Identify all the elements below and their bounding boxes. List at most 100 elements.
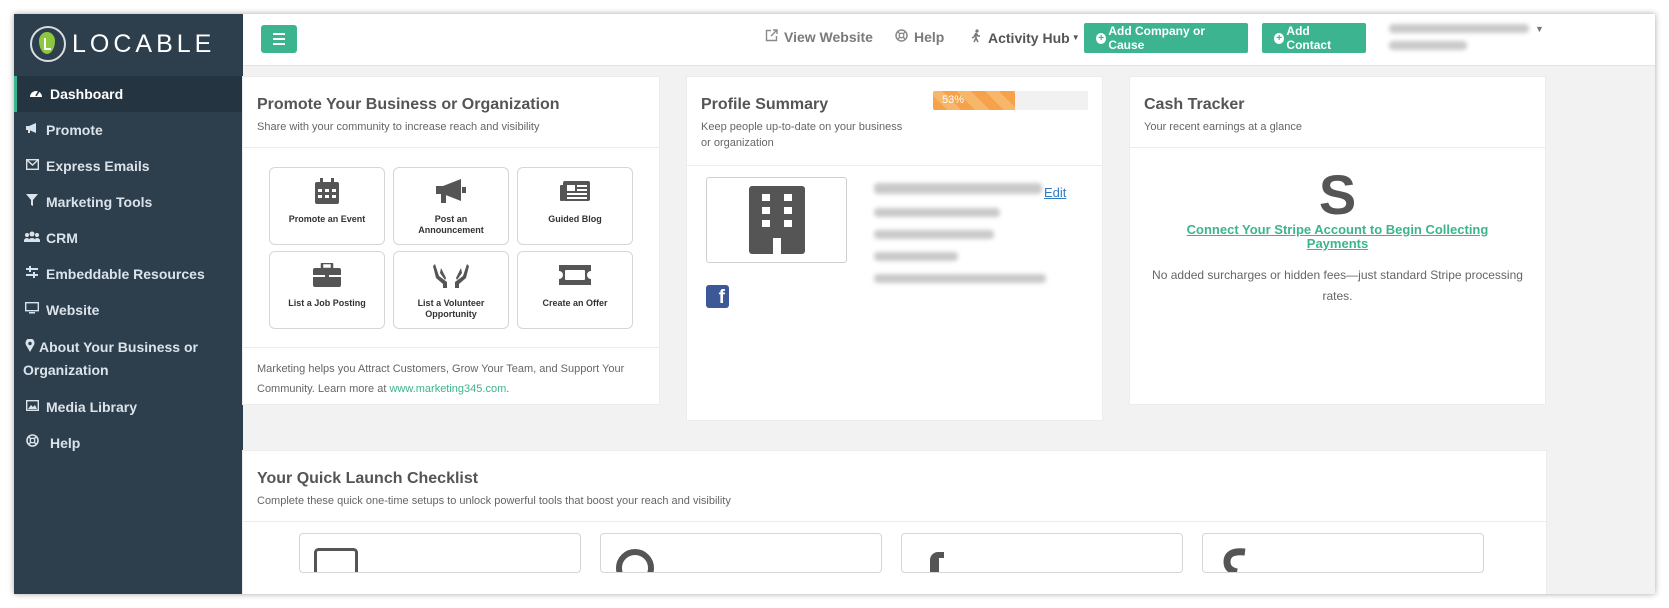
tile-label: Post an Announcement xyxy=(418,214,484,235)
volunteer-opportunity-tile[interactable]: List a Volunteer Opportunity xyxy=(393,251,509,329)
stripe-logo-icon: S xyxy=(1318,163,1357,226)
sidebar-item-media-library[interactable]: Media Library xyxy=(14,389,243,425)
tile-label: Guided Blog xyxy=(548,214,602,224)
tile-label: Promote an Event xyxy=(288,214,366,224)
calendar-icon xyxy=(315,176,339,206)
sidebar-item-express-emails[interactable]: Express Emails xyxy=(14,148,243,184)
building-icon xyxy=(748,186,805,254)
view-website-link[interactable]: View Website xyxy=(765,29,873,45)
profile-image[interactable] xyxy=(706,177,847,263)
sidebar-item-label: Express Emails xyxy=(46,158,150,174)
sidebar-item-crm[interactable]: CRM xyxy=(14,220,243,256)
sidebar-item-marketing-tools[interactable]: Marketing Tools xyxy=(14,184,243,220)
sidebar-item-label: CRM xyxy=(46,230,78,246)
guided-blog-tile[interactable]: Guided Blog xyxy=(517,167,633,245)
checklist-item[interactable] xyxy=(901,533,1183,573)
ticket-icon xyxy=(559,260,591,290)
facebook-icon[interactable]: f xyxy=(706,285,729,308)
activity-hub-label: Activity Hub xyxy=(988,29,1070,46)
monitor-icon xyxy=(23,300,41,320)
create-offer-tile[interactable]: Create an Offer xyxy=(517,251,633,329)
user-menu-caret-icon[interactable]: ▼ xyxy=(1535,24,1544,34)
profile-subtitle: Keep people up-to-date on your business … xyxy=(701,121,903,149)
stripe-icon xyxy=(1217,548,1261,572)
sliders-icon xyxy=(23,264,41,284)
connect-stripe-link[interactable]: Connect Your Stripe Account to Begin Col… xyxy=(1130,223,1545,251)
walking-person-icon xyxy=(971,29,982,46)
sidebar: LOCABLE Dashboard Promote Express Emails xyxy=(14,14,243,594)
cash-card-header: Cash Tracker Your recent earnings at a g… xyxy=(1130,77,1545,148)
envelope-icon xyxy=(23,156,41,176)
filter-funnel-icon xyxy=(23,192,41,212)
promote-footer: Marketing helps you Attract Customers, G… xyxy=(243,347,659,410)
sidebar-item-embeddable-resources[interactable]: Embeddable Resources xyxy=(14,256,243,292)
user-account-menu[interactable] xyxy=(1389,22,1529,58)
newspaper-icon xyxy=(559,176,591,206)
users-icon xyxy=(23,228,41,248)
sidebar-nav: Dashboard Promote Express Emails Marketi… xyxy=(14,76,243,461)
locable-pin-icon xyxy=(30,26,66,62)
profile-progress-bar: 53% xyxy=(933,91,1088,110)
checklist-item[interactable] xyxy=(299,533,581,573)
help-label: Help xyxy=(914,29,945,45)
checklist-item[interactable] xyxy=(1202,533,1484,573)
lifebuoy-icon xyxy=(23,433,41,453)
hamburger-menu-button[interactable] xyxy=(261,25,297,53)
tile-label: Create an Offer xyxy=(542,298,608,308)
helping-hands-icon xyxy=(433,260,469,290)
sidebar-item-help[interactable]: Help xyxy=(14,425,243,461)
promote-subtitle: Share with your community to increase re… xyxy=(257,121,540,133)
promote-card-header: Promote Your Business or Organization Sh… xyxy=(243,77,659,148)
google-icon xyxy=(615,548,659,572)
monitor-icon xyxy=(314,548,358,572)
checklist-header: Your Quick Launch Checklist Complete the… xyxy=(243,451,1546,522)
cash-tracker-card: Cash Tracker Your recent earnings at a g… xyxy=(1129,76,1546,405)
activity-hub-dropdown[interactable]: Activity Hub ▼ xyxy=(971,29,1080,46)
topbar: View Website Help Activity Hub ▼ + Add C… xyxy=(243,14,1655,66)
image-icon xyxy=(23,397,41,417)
dashboard-gauge-icon xyxy=(27,84,45,104)
profile-details-blurred xyxy=(874,183,1046,291)
cash-title: Cash Tracker xyxy=(1144,96,1245,113)
sidebar-item-website[interactable]: Website xyxy=(14,292,243,328)
sidebar-item-label: Help xyxy=(50,435,81,451)
app-window: LOCABLE Dashboard Promote Express Emails xyxy=(14,14,1655,594)
sidebar-item-label: Embeddable Resources xyxy=(46,266,205,282)
promote-title: Promote Your Business or Organization xyxy=(257,96,560,113)
caret-down-icon: ▼ xyxy=(1071,33,1080,42)
sidebar-item-label: Dashboard xyxy=(50,86,124,102)
promote-tile-grid: Promote an Event Post an Announcement Gu… xyxy=(269,167,635,329)
sidebar-item-label: Website xyxy=(46,302,100,318)
job-posting-tile[interactable]: List a Job Posting xyxy=(269,251,385,329)
sidebar-item-label: Marketing Tools xyxy=(46,194,153,210)
megaphone-icon xyxy=(435,176,467,206)
checklist-item[interactable] xyxy=(600,533,882,573)
sidebar-item-label: Promote xyxy=(46,122,103,138)
profile-edit-link[interactable]: Edit xyxy=(1044,185,1066,200)
facebook-icon xyxy=(916,548,960,572)
promote-event-tile[interactable]: Promote an Event xyxy=(269,167,385,245)
cash-subtitle: Your recent earnings at a glance xyxy=(1144,121,1302,133)
lifebuoy-icon xyxy=(895,29,908,45)
locable-logo[interactable]: LOCABLE xyxy=(30,22,215,66)
plus-circle-icon: + xyxy=(1096,32,1107,44)
quick-launch-checklist-card: Your Quick Launch Checklist Complete the… xyxy=(242,450,1547,594)
plus-circle-icon: + xyxy=(1274,32,1285,44)
external-link-icon xyxy=(765,29,778,45)
sidebar-item-about-business[interactable]: About Your Business or Organization xyxy=(14,328,243,389)
add-company-button[interactable]: + Add Company or Cause xyxy=(1084,23,1248,53)
add-contact-button[interactable]: + Add Contact xyxy=(1262,23,1366,53)
sidebar-item-label: About Your Business or Organization xyxy=(23,338,198,378)
help-link[interactable]: Help xyxy=(895,29,944,45)
sidebar-item-dashboard[interactable]: Dashboard xyxy=(14,76,243,112)
add-company-label: Add Company or Cause xyxy=(1108,24,1205,52)
checklist-subtitle: Complete these quick one-time setups to … xyxy=(257,495,731,507)
stripe-fee-note: No added surcharges or hidden fees—just … xyxy=(1152,268,1523,303)
tile-label: List a Job Posting xyxy=(288,298,366,308)
promote-card: Promote Your Business or Organization Sh… xyxy=(242,76,660,405)
briefcase-icon xyxy=(313,260,341,290)
sidebar-item-promote[interactable]: Promote xyxy=(14,112,243,148)
marketing-link[interactable]: www.marketing345.com xyxy=(389,383,506,395)
post-announcement-tile[interactable]: Post an Announcement xyxy=(393,167,509,245)
logo-text: LOCABLE xyxy=(72,29,216,58)
